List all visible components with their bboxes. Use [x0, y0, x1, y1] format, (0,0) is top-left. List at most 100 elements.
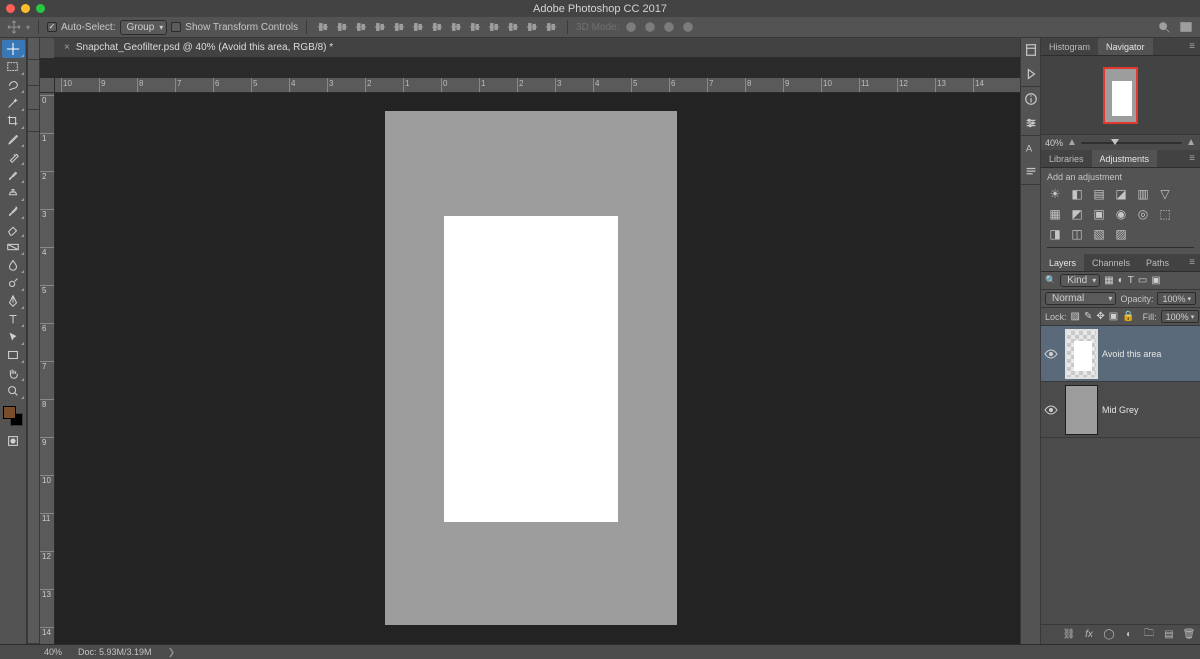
adjustment-preset-icon[interactable]: ▤ — [1091, 187, 1107, 201]
adjustment-preset-icon[interactable]: ⬚ — [1157, 207, 1173, 221]
layer-name[interactable]: Avoid this area — [1102, 349, 1161, 359]
adjustment-preset-icon[interactable]: ▨ — [1113, 227, 1129, 241]
brush-tool[interactable] — [2, 166, 25, 184]
lock-artboard-icon[interactable]: ▣ — [1109, 311, 1118, 322]
lasso-tool[interactable] — [2, 76, 25, 94]
status-zoom[interactable]: 40% — [44, 647, 62, 657]
filter-pixel-icon[interactable]: ▦ — [1104, 275, 1113, 286]
layer-visibility-icon[interactable] — [1041, 405, 1061, 415]
type-tool[interactable] — [2, 310, 25, 328]
layer-name[interactable]: Mid Grey — [1102, 405, 1139, 415]
actions-panel-icon[interactable] — [1021, 62, 1040, 86]
tab-navigator[interactable]: Navigator — [1098, 38, 1153, 55]
vertical-ruler[interactable]: 01234567891011121314 — [40, 93, 55, 644]
auto-select-mode-dropdown[interactable]: Group — [120, 20, 168, 35]
adjustment-preset-icon[interactable]: ◎ — [1135, 207, 1151, 221]
eyedropper-tool[interactable] — [2, 130, 25, 148]
layer-thumbnail[interactable] — [1065, 385, 1098, 435]
layer-visibility-icon[interactable] — [1041, 349, 1061, 359]
adjustment-preset-icon[interactable]: ◨ — [1047, 227, 1063, 241]
layer-row[interactable]: Mid Grey — [1041, 382, 1200, 438]
align-vcenter-icon[interactable] — [334, 19, 350, 35]
new-group-icon[interactable]: 🗀 — [1142, 628, 1156, 642]
adjustment-preset-icon[interactable]: ▽ — [1157, 187, 1173, 201]
character-panel-icon[interactable]: A — [1021, 136, 1040, 160]
clone-stamp-tool[interactable] — [2, 184, 25, 202]
adjustment-preset-icon[interactable]: ◧ — [1069, 187, 1085, 201]
paragraph-panel-icon[interactable] — [1021, 160, 1040, 184]
layer-filter-dropdown[interactable]: Kind — [1060, 274, 1100, 287]
distribute-top-icon[interactable] — [429, 19, 445, 35]
delete-layer-icon[interactable]: 🗑 — [1182, 628, 1196, 642]
distribute-left-icon[interactable] — [486, 19, 502, 35]
hand-tool[interactable] — [2, 364, 25, 382]
foreground-color-swatch[interactable] — [3, 406, 16, 419]
navigator-preview[interactable] — [1041, 56, 1200, 134]
tab-channels[interactable]: Channels — [1084, 254, 1138, 271]
navigator-zoom-value[interactable]: 40% — [1045, 138, 1063, 148]
zoom-in-icon[interactable]: ▲ — [1186, 137, 1196, 148]
panel-menu-icon[interactable]: ≡ — [1184, 254, 1200, 271]
auto-align-icon[interactable] — [543, 19, 559, 35]
close-tab-icon[interactable]: × — [64, 42, 70, 53]
filter-type-icon[interactable]: T — [1128, 275, 1134, 286]
filter-smart-icon[interactable]: ▣ — [1151, 275, 1160, 286]
layer-avoid-this-area-render[interactable] — [444, 216, 618, 522]
layer-row[interactable]: Avoid this area — [1041, 326, 1200, 382]
lock-position-icon[interactable]: ✥ — [1096, 311, 1104, 322]
tab-libraries[interactable]: Libraries — [1041, 150, 1092, 167]
history-panel-icon[interactable] — [1021, 38, 1040, 62]
align-hcenter-icon[interactable] — [391, 19, 407, 35]
panel-menu-icon[interactable]: ≡ — [1184, 38, 1200, 55]
adjustment-preset-icon[interactable]: ▦ — [1047, 207, 1063, 221]
distribute-vcenter-icon[interactable] — [448, 19, 464, 35]
show-transform-option[interactable]: Show Transform Controls — [171, 22, 298, 33]
align-top-icon[interactable] — [315, 19, 331, 35]
history-brush-tool[interactable] — [2, 202, 25, 220]
filter-shape-icon[interactable]: ▭ — [1138, 275, 1147, 286]
align-left-icon[interactable] — [372, 19, 388, 35]
pen-tool[interactable] — [2, 292, 25, 310]
auto-select-option[interactable]: Auto-Select: — [47, 22, 115, 33]
new-layer-icon[interactable]: ▤ — [1162, 628, 1176, 642]
move-tool[interactable] — [2, 40, 25, 58]
properties-panel-icon[interactable] — [1021, 111, 1040, 135]
adjustment-preset-icon[interactable]: ▧ — [1091, 227, 1107, 241]
align-right-icon[interactable] — [410, 19, 426, 35]
adjustment-preset-icon[interactable]: ◪ — [1113, 187, 1129, 201]
layer-mask-icon[interactable]: ◯ — [1102, 628, 1116, 642]
tab-histogram[interactable]: Histogram — [1041, 38, 1098, 55]
navigator-thumbnail[interactable] — [1103, 67, 1138, 124]
marquee-tool[interactable] — [2, 58, 25, 76]
dodge-tool[interactable] — [2, 274, 25, 292]
adjustment-preset-icon[interactable]: ▣ — [1091, 207, 1107, 221]
tab-adjustments[interactable]: Adjustments — [1092, 150, 1158, 167]
tool-preset-dropdown-icon[interactable]: ▾ — [26, 23, 30, 32]
layer-fx-icon[interactable]: fx — [1082, 628, 1096, 642]
distribute-hcenter-icon[interactable] — [505, 19, 521, 35]
auto-select-checkbox[interactable] — [47, 22, 57, 32]
adjustment-preset-icon[interactable]: ☀ — [1047, 187, 1063, 201]
status-docinfo[interactable]: Doc: 5.93M/3.19M — [78, 647, 152, 657]
adjustment-preset-icon[interactable]: ◫ — [1069, 227, 1085, 241]
navigator-zoom-slider[interactable] — [1081, 142, 1182, 144]
lock-all-icon[interactable]: 🔒 — [1122, 311, 1134, 322]
eraser-tool[interactable] — [2, 220, 25, 238]
blend-mode-dropdown[interactable]: Normal — [1045, 292, 1116, 305]
workspace-menu-icon[interactable] — [1178, 19, 1194, 35]
align-bottom-icon[interactable] — [353, 19, 369, 35]
adjustment-preset-icon[interactable]: ▥ — [1135, 187, 1151, 201]
status-info-menu-icon[interactable]: ❯ — [168, 647, 176, 658]
horizontal-ruler[interactable]: 1098765432101234567891011121314 — [40, 78, 1020, 93]
panel-menu-icon[interactable]: ≡ — [1184, 150, 1200, 167]
search-icon[interactable] — [1156, 19, 1172, 35]
filter-adjust-icon[interactable]: ◐ — [1118, 275, 1124, 286]
blur-tool[interactable] — [2, 256, 25, 274]
show-transform-checkbox[interactable] — [171, 22, 181, 32]
path-selection-tool[interactable] — [2, 328, 25, 346]
rectangle-tool[interactable] — [2, 346, 25, 364]
zoom-out-icon[interactable]: ▲ — [1067, 137, 1077, 148]
opacity-value[interactable]: 100%▾ — [1157, 292, 1196, 305]
tab-layers[interactable]: Layers — [1041, 254, 1084, 271]
healing-brush-tool[interactable] — [2, 148, 25, 166]
